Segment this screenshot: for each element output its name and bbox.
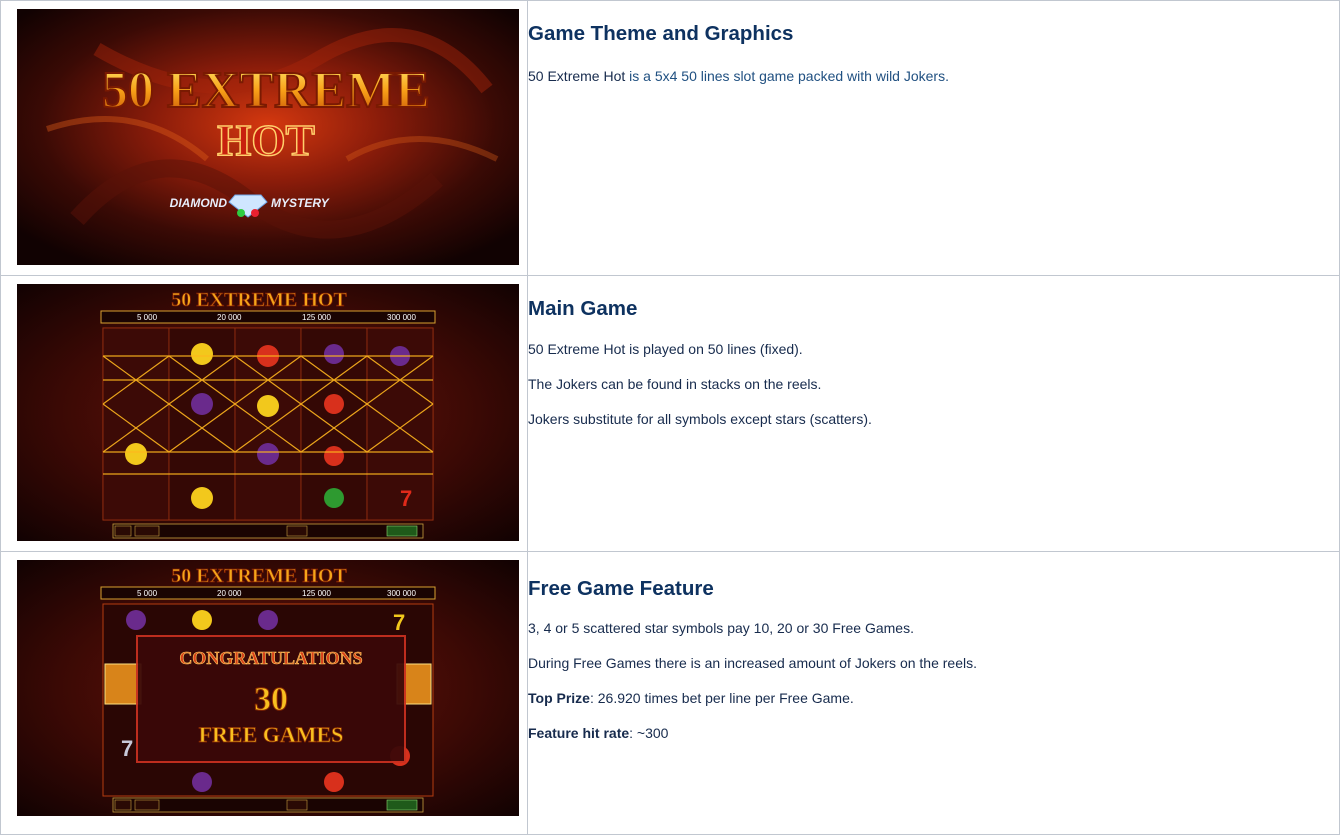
hit-rate-text: : ~300: [629, 725, 669, 741]
logo-line1: 50 EXTREME: [102, 62, 430, 119]
control-bar: [112, 523, 424, 539]
jackpot-value: 20 000: [217, 589, 242, 598]
jackpot-value: 300 000: [387, 589, 416, 598]
game-logo: 50 EXTREME HOT: [171, 565, 347, 587]
svg-text:7: 7: [121, 736, 133, 761]
image-cell: 50 EXTREME HOT 5 000 20 000 125 000 300 …: [0, 275, 528, 552]
text-cell: Game Theme and Graphics 50 Extreme Hot i…: [527, 0, 1340, 276]
overlay-subtitle: FREE GAMES: [199, 722, 344, 747]
paragraph: Jokers substitute for all symbols except…: [528, 411, 872, 427]
top-prize-label: Top Prize: [528, 690, 590, 706]
control-bar: [112, 797, 424, 813]
main-game-image: 50 EXTREME HOT 5 000 20 000 125 000 300 …: [17, 284, 519, 541]
content-table: 50 EXTREME HOT DIAMOND MYSTERY Game Them…: [0, 0, 1340, 835]
top-prize-text: : 26.920 times bet per line per Free Gam…: [589, 690, 854, 706]
overlay-count: 30: [254, 681, 288, 718]
svg-text:7: 7: [393, 610, 405, 635]
free-games-image: 50 EXTREME HOT 5 000 20 000 125 000 300 …: [17, 560, 519, 816]
overlay-title: CONGRATULATIONS: [179, 648, 362, 668]
tagline-left: DIAMOND: [170, 196, 228, 210]
section-heading: Free Game Feature: [528, 577, 714, 600]
text-cell: Free Game Feature 3, 4 or 5 scattered st…: [527, 551, 1340, 835]
game-name-text: 50 Extreme Hot: [528, 68, 630, 84]
image-cell: 50 EXTREME HOT DIAMOND MYSTERY: [0, 0, 528, 276]
game-logo: 50 EXTREME HOT: [171, 289, 347, 311]
paragraph: During Free Games there is an increased …: [528, 655, 977, 671]
text-cell: Main Game 50 Extreme Hot is played on 50…: [527, 275, 1340, 552]
paragraph: 50 Extreme Hot is a 5x4 50 lines slot ga…: [528, 66, 1339, 86]
svg-text:7: 7: [400, 486, 412, 511]
jackpot-value: 5 000: [137, 313, 158, 322]
tagline-right: MYSTERY: [271, 196, 330, 210]
congratulations-overlay: CONGRATULATIONS 30 FREE GAMES: [136, 635, 406, 763]
jackpot-value: 20 000: [217, 313, 242, 322]
paragraph: The Jokers can be found in stacks on the…: [528, 376, 822, 392]
description-link[interactable]: is a 5x4 50 lines slot game packed with …: [629, 68, 949, 84]
title-screen-image: 50 EXTREME HOT DIAMOND MYSTERY: [17, 9, 519, 265]
jackpot-bar: 5 000 20 000 125 000 300 000: [100, 310, 436, 324]
jackpot-value: 5 000: [137, 589, 158, 598]
image-cell: 50 EXTREME HOT 5 000 20 000 125 000 300 …: [0, 551, 528, 835]
logo-line2: HOT: [217, 116, 315, 165]
paragraph: 50 Extreme Hot is played on 50 lines (fi…: [528, 341, 803, 357]
paragraph: 3, 4 or 5 scattered star symbols pay 10,…: [528, 620, 914, 636]
table-row: 50 EXTREME HOT 5 000 20 000 125 000 300 …: [0, 551, 1340, 835]
jackpot-value: 125 000: [302, 589, 331, 598]
jackpot-value: 300 000: [387, 313, 416, 322]
table-row: 50 EXTREME HOT DIAMOND MYSTERY Game Them…: [0, 0, 1340, 276]
paragraph: Top Prize: 26.920 times bet per line per…: [528, 688, 1339, 708]
jackpot-value: 125 000: [302, 313, 331, 322]
hit-rate-label: Feature hit rate: [528, 725, 630, 741]
section-heading: Game Theme and Graphics: [528, 22, 794, 45]
reels: 7: [102, 327, 434, 521]
paragraph: Feature hit rate: ~300: [528, 723, 1339, 743]
section-heading: Main Game: [528, 297, 638, 320]
table-row: 50 EXTREME HOT 5 000 20 000 125 000 300 …: [0, 275, 1340, 552]
jackpot-bar: 5 000 20 000 125 000 300 000: [100, 586, 436, 600]
